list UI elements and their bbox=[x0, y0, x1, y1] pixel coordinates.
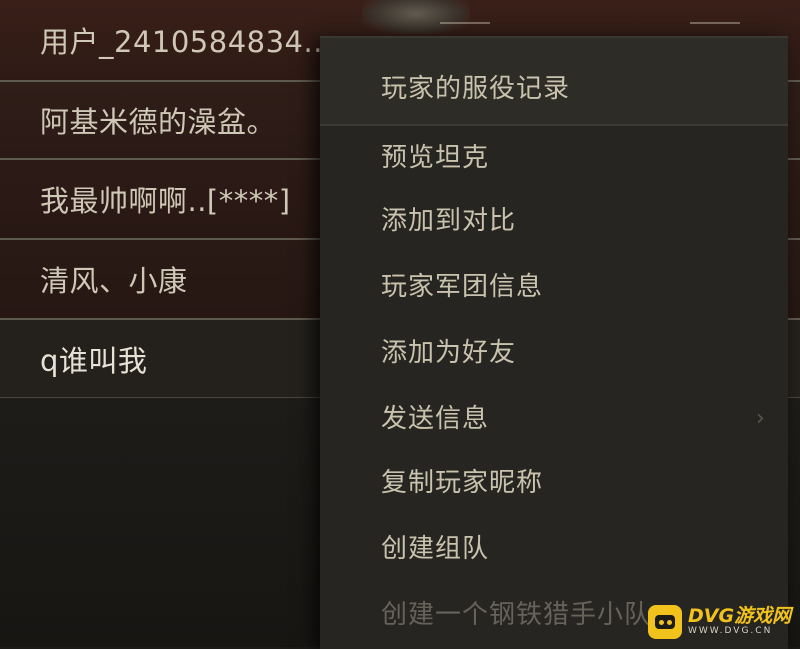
menu-item-preview-tank[interactable]: 预览坦克 bbox=[381, 137, 489, 174]
player-name: 我最帅啊啊..[****] bbox=[40, 184, 291, 218]
watermark-url: WWW.DVG.CN bbox=[688, 626, 773, 636]
stat-value bbox=[690, 22, 740, 34]
menu-item-service-record[interactable]: 玩家的服役记录 bbox=[381, 68, 570, 105]
gamepad-icon bbox=[648, 604, 682, 639]
player-name: 清风、小康 bbox=[40, 264, 188, 298]
player-name: 用户_2410584834.. bbox=[40, 25, 323, 59]
stat-value bbox=[440, 22, 490, 34]
menu-item-send-message[interactable]: 发送信息 bbox=[381, 398, 489, 435]
player-name: 阿基米德的澡盆。 bbox=[40, 105, 277, 139]
menu-item-clan-info[interactable]: 玩家军团信息 bbox=[381, 266, 543, 303]
watermark: DVG游戏网 WWW.DVG.CN bbox=[648, 596, 800, 647]
menu-item-add-to-compare[interactable]: 添加到对比 bbox=[381, 200, 516, 237]
menu-item-copy-nickname[interactable]: 复制玩家昵称 bbox=[381, 462, 543, 499]
menu-item-add-friend[interactable]: 添加为好友 bbox=[381, 332, 516, 369]
menu-item-create-platoon[interactable]: 创建组队 bbox=[381, 528, 489, 565]
watermark-title: DVG游戏网 bbox=[688, 605, 792, 627]
player-context-menu: 玩家的服役记录 预览坦克 添加到对比 玩家军团信息 添加为好友 发送信息 复制玩… bbox=[320, 36, 788, 649]
chevron-right-icon: › bbox=[756, 406, 765, 431]
player-name: q谁叫我 bbox=[40, 343, 148, 378]
menu-item-create-steel-hunter-squad[interactable]: 创建一个钢铁猎手小队 bbox=[381, 594, 651, 631]
